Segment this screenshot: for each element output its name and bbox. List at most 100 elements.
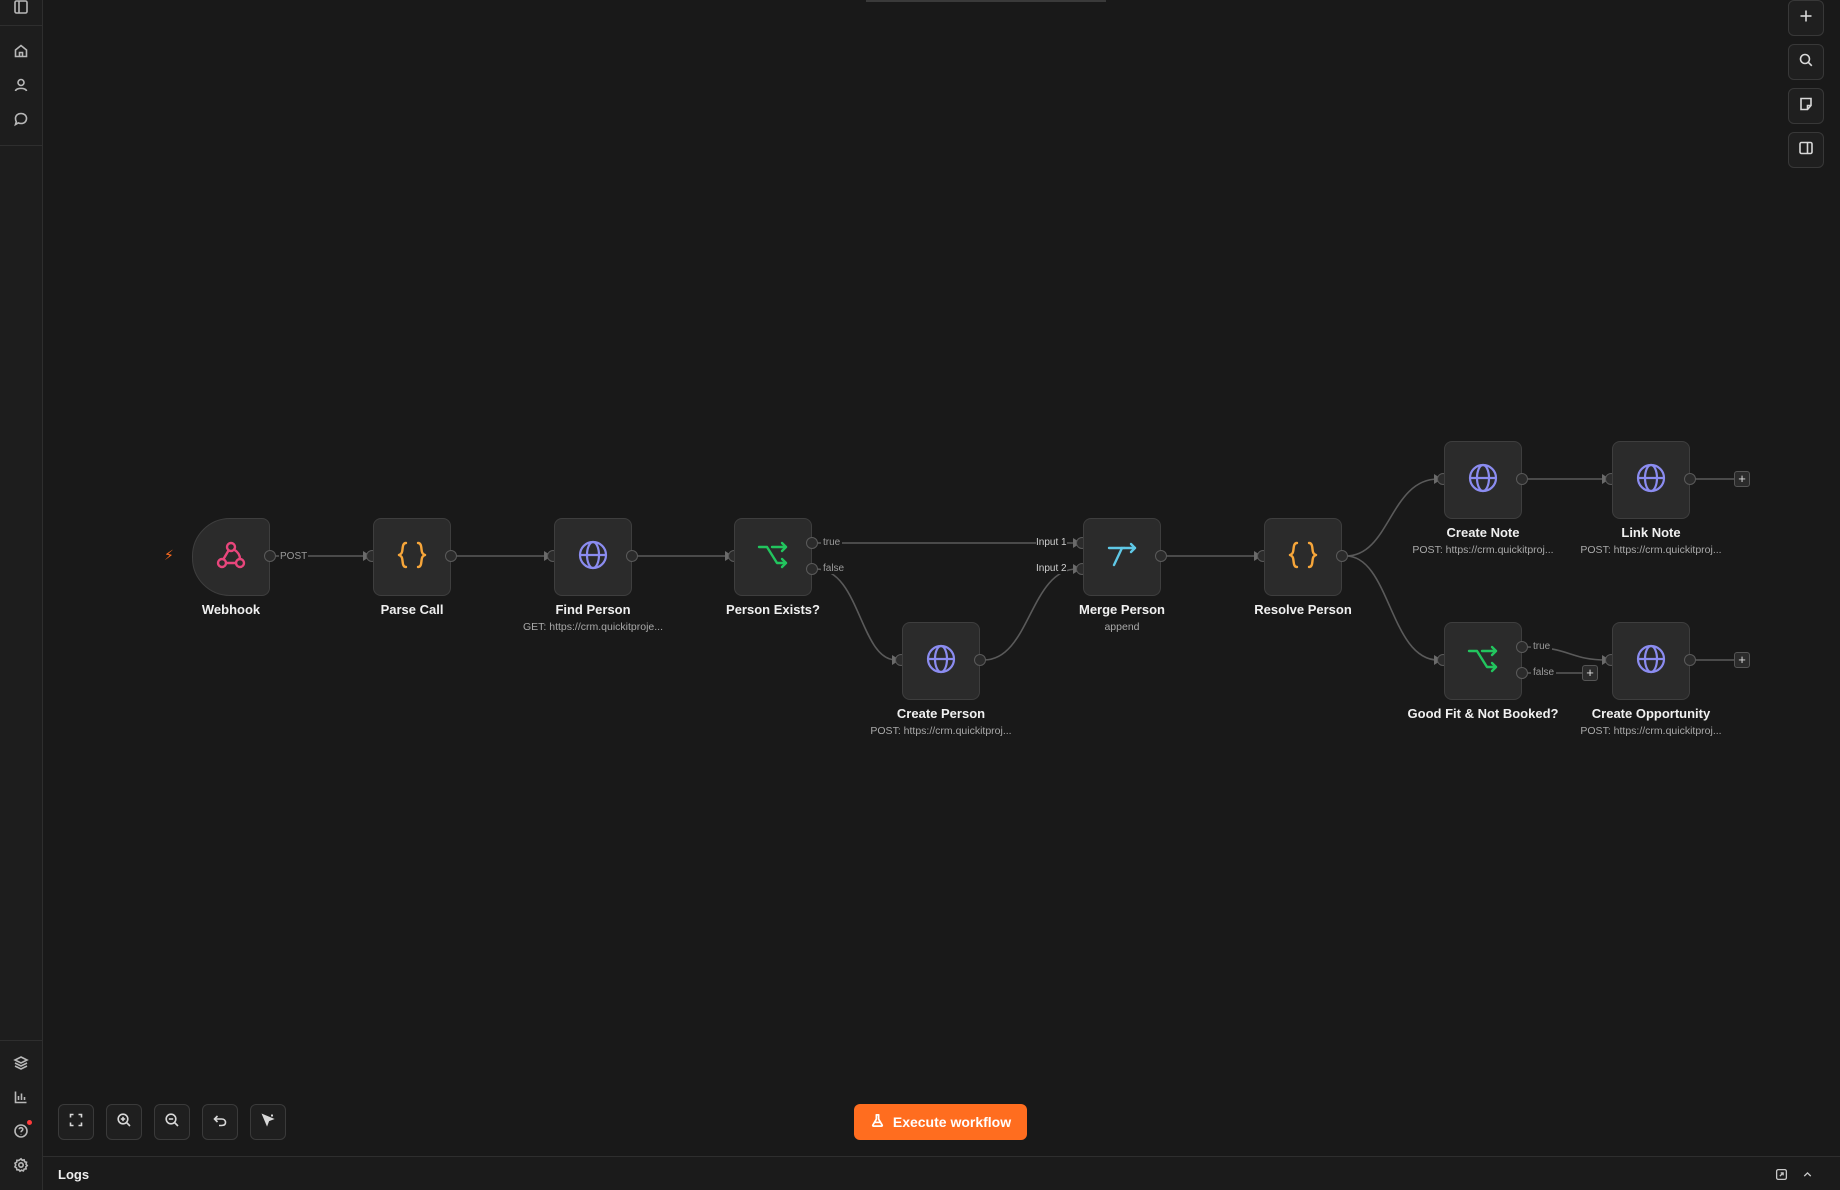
node-link-note-subtitle: POST: https://crm.quickitproj... — [1580, 544, 1722, 556]
add-sticky-note-button[interactable] — [1788, 88, 1824, 124]
output-handle[interactable] — [1336, 550, 1348, 562]
node-find-person[interactable] — [554, 518, 632, 596]
node-merge-person-subtitle: append — [1104, 621, 1140, 633]
node-link-note-label: Link Note — [1621, 525, 1681, 540]
node-person-exists[interactable] — [734, 518, 812, 596]
node-create-note-label: Create Note — [1446, 525, 1520, 540]
node-create-note[interactable] — [1444, 441, 1522, 519]
edge-label-input2: Input 2 — [1036, 563, 1067, 574]
help-icon[interactable] — [10, 1120, 32, 1142]
notification-dot — [27, 1120, 32, 1125]
output-handle[interactable] — [974, 654, 986, 666]
toggle-panel-button[interactable] — [1788, 132, 1824, 168]
output-handle[interactable] — [1684, 473, 1696, 485]
add-node-button[interactable]: + — [1582, 665, 1598, 681]
globe-icon — [923, 641, 959, 682]
chevron-up-icon[interactable] — [1799, 1166, 1815, 1182]
globe-icon — [1465, 460, 1501, 501]
output-handle-false[interactable] — [806, 563, 818, 575]
add-node-button[interactable]: + — [1734, 471, 1750, 487]
output-handle[interactable] — [1516, 473, 1528, 485]
user-icon[interactable] — [10, 74, 32, 96]
edge-label-false: false — [821, 563, 847, 574]
node-resolve-person-label: Resolve Person — [1254, 602, 1352, 617]
edge-label-post: POST — [279, 551, 309, 562]
add-node-button[interactable]: + — [1734, 652, 1750, 668]
edge-label-true: true — [821, 537, 843, 548]
globe-icon — [575, 537, 611, 578]
node-merge-person-label: Merge Person — [1079, 602, 1165, 617]
output-handle-false[interactable] — [1516, 667, 1528, 679]
fit-view-button[interactable] — [58, 1104, 94, 1140]
zoom-out-button[interactable] — [154, 1104, 190, 1140]
node-create-opportunity-subtitle: POST: https://crm.quickitproj... — [1580, 725, 1722, 737]
chat-icon[interactable] — [10, 108, 32, 130]
output-handle[interactable] — [626, 550, 638, 562]
search-icon — [1798, 52, 1814, 73]
if-branch-icon — [1465, 641, 1501, 682]
add-node-toolbar-button[interactable] — [1788, 0, 1824, 36]
zoom-in-icon — [116, 1112, 132, 1133]
edge-label-true: true — [1531, 641, 1553, 652]
sidebar-divider — [0, 145, 43, 146]
webhook-icon — [213, 537, 249, 578]
merge-icon — [1104, 537, 1140, 578]
search-nodes-button[interactable] — [1788, 44, 1824, 80]
canvas-top-tab — [866, 0, 1106, 2]
node-good-fit[interactable] — [1444, 622, 1522, 700]
globe-icon — [1633, 641, 1669, 682]
code-braces-icon — [1285, 537, 1321, 578]
left-sidebar — [0, 0, 43, 1190]
home-icon[interactable] — [10, 40, 32, 62]
settings-icon[interactable] — [10, 1154, 32, 1176]
output-handle[interactable] — [264, 550, 276, 562]
node-good-fit-label: Good Fit & Not Booked? — [1407, 706, 1559, 721]
sidebar-divider — [0, 25, 43, 26]
node-webhook[interactable] — [192, 518, 270, 596]
node-link-note[interactable] — [1612, 441, 1690, 519]
node-find-person-label: Find Person — [555, 602, 631, 617]
workflow-canvas[interactable] — [43, 0, 1840, 1156]
node-create-person[interactable] — [902, 622, 980, 700]
node-create-person-label: Create Person — [896, 706, 986, 721]
logs-panel-bar[interactable]: Logs — [43, 1156, 1840, 1190]
node-webhook-label: Webhook — [201, 602, 261, 617]
execute-workflow-button[interactable]: Execute workflow — [854, 1104, 1027, 1140]
fit-view-icon — [68, 1112, 84, 1133]
node-create-note-subtitle: POST: https://crm.quickitproj... — [1412, 544, 1554, 556]
node-create-opportunity[interactable] — [1612, 622, 1690, 700]
output-handle-true[interactable] — [1516, 641, 1528, 653]
globe-icon — [1633, 460, 1669, 501]
undo-button[interactable] — [202, 1104, 238, 1140]
output-handle-true[interactable] — [806, 537, 818, 549]
tidy-up-button[interactable] — [250, 1104, 286, 1140]
node-create-person-subtitle: POST: https://crm.quickitproj... — [870, 725, 1012, 737]
plus-icon — [1798, 8, 1814, 29]
node-create-opportunity-label: Create Opportunity — [1591, 706, 1711, 721]
output-handle[interactable] — [445, 550, 457, 562]
undo-icon — [212, 1112, 228, 1133]
execute-workflow-label: Execute workflow — [892, 1114, 1012, 1130]
edge-label-false: false — [1531, 667, 1557, 678]
node-resolve-person[interactable] — [1264, 518, 1342, 596]
trigger-bolt-icon: ⚡ — [164, 547, 174, 563]
zoom-out-icon — [164, 1112, 180, 1133]
output-handle[interactable] — [1684, 654, 1696, 666]
templates-icon[interactable] — [10, 1052, 32, 1074]
edge-label-input1: Input 1 — [1036, 537, 1067, 548]
insights-icon[interactable] — [10, 1086, 32, 1108]
sidebar-toggle-icon[interactable] — [10, 0, 32, 18]
node-person-exists-label: Person Exists? — [726, 602, 820, 617]
popout-icon[interactable] — [1773, 1166, 1789, 1182]
code-braces-icon — [394, 537, 430, 578]
workflow-editor: ⚡ Webhook POST Parse Call Find Person GE… — [0, 0, 1840, 1190]
if-branch-icon — [755, 537, 791, 578]
node-merge-person[interactable] — [1083, 518, 1161, 596]
node-parse-call[interactable] — [373, 518, 451, 596]
sticky-note-icon — [1798, 96, 1814, 117]
output-handle[interactable] — [1155, 550, 1167, 562]
sidebar-divider — [0, 1040, 43, 1041]
panel-icon — [1798, 140, 1814, 161]
zoom-in-button[interactable] — [106, 1104, 142, 1140]
node-find-person-subtitle: GET: https://crm.quickitproje... — [522, 621, 664, 633]
